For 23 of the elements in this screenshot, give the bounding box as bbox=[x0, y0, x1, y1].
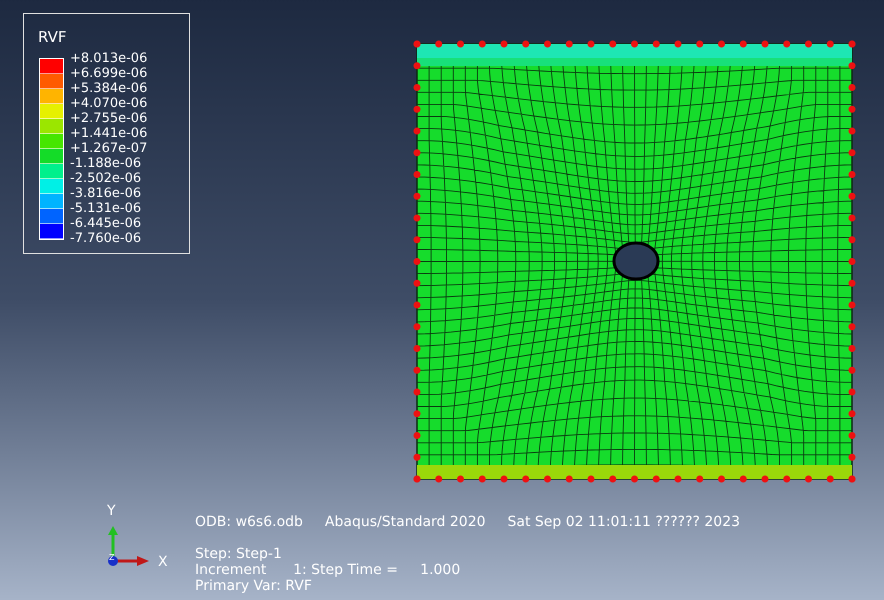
solver-version: Abaqus/Standard 2020 bbox=[324, 513, 486, 532]
step-info: Step: Step-1 bbox=[195, 546, 283, 562]
legend-value: -5.131e-06 bbox=[70, 201, 142, 216]
legend-value: +4.070e-06 bbox=[70, 96, 148, 111]
legend-value: -2.502e-06 bbox=[70, 171, 142, 186]
z-axis-label: Z bbox=[109, 554, 114, 562]
step-info: Increment 1: Step Time = 1.000 bbox=[195, 562, 460, 578]
legend-value: +8.013e-06 bbox=[70, 51, 148, 66]
step-info: Primary Var: RVF bbox=[195, 578, 313, 594]
analysis-date: Sat Sep 02 11:01:11 ?????? 2023 bbox=[508, 513, 740, 532]
legend-title: RVF bbox=[38, 30, 66, 45]
legend-value: +6.699e-06 bbox=[70, 66, 148, 81]
odb-name: ODB: w6s6.odb bbox=[195, 513, 303, 532]
legend-value: +5.384e-06 bbox=[70, 81, 148, 96]
legend-value: -1.188e-06 bbox=[70, 156, 142, 171]
y-axis-label: Y bbox=[107, 502, 116, 521]
legend-value: -3.816e-06 bbox=[70, 186, 142, 201]
legend-value: +2.755e-06 bbox=[70, 111, 148, 126]
legend-value: -6.445e-06 bbox=[70, 216, 142, 231]
legend-value: +1.441e-06 bbox=[70, 126, 148, 141]
legend-value: +1.267e-07 bbox=[70, 141, 148, 156]
x-axis-label: X bbox=[158, 553, 168, 572]
legend-value: -7.760e-06 bbox=[70, 231, 142, 246]
